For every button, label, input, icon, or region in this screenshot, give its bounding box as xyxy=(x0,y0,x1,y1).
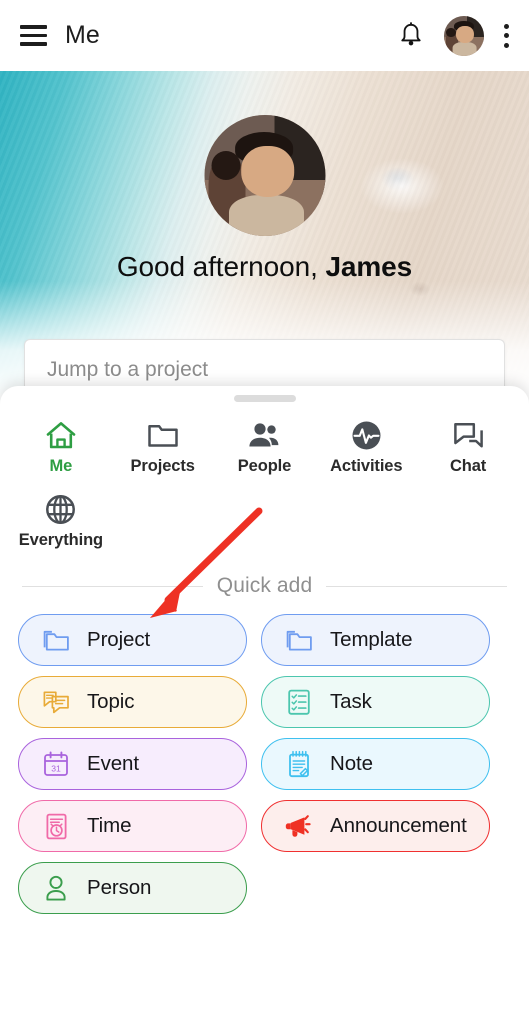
hamburger-menu-icon[interactable] xyxy=(20,25,47,46)
quick-add-grid: Project Template Topic Task 31 Event Not… xyxy=(0,598,529,914)
quick-add-divider: Quick add xyxy=(22,574,508,598)
pill-label: Person xyxy=(87,876,152,899)
folder-icon xyxy=(147,418,179,452)
navigation-grid: Me Projects People Activities Chat Every… xyxy=(0,402,529,560)
activity-icon xyxy=(351,418,382,452)
megaphone-icon xyxy=(284,811,314,841)
app-bar-left-group: Me xyxy=(20,21,100,50)
nav-label: Me xyxy=(49,457,73,475)
nav-item-chat[interactable]: Chat xyxy=(417,412,519,486)
nav-item-people[interactable]: People xyxy=(214,412,316,486)
top-app-bar: Me xyxy=(0,0,529,71)
person-icon xyxy=(41,873,71,903)
quick-add-person-button[interactable]: Person xyxy=(18,862,247,914)
nav-item-activities[interactable]: Activities xyxy=(315,412,417,486)
page-title: Me xyxy=(65,21,100,49)
bottom-sheet: Me Projects People Activities Chat Every… xyxy=(0,386,529,1024)
pill-label: Note xyxy=(330,752,373,775)
avatar[interactable] xyxy=(444,15,484,56)
notification-bell-icon[interactable] xyxy=(398,21,424,50)
pill-label: Task xyxy=(330,690,372,713)
quick-add-note-button[interactable]: Note xyxy=(261,738,490,790)
calendar-icon: 31 xyxy=(41,749,71,779)
kebab-menu-icon[interactable] xyxy=(504,23,509,48)
pill-label: Project xyxy=(87,628,151,651)
quick-add-announcement-button[interactable]: Announcement xyxy=(261,800,490,852)
notepad-icon xyxy=(284,749,314,779)
quick-add-project-button[interactable]: Project xyxy=(18,614,247,666)
app-screen: Me Good afternoon, James Jump to a proje… xyxy=(0,0,529,1024)
quick-add-label: Quick add xyxy=(216,574,313,597)
checklist-icon xyxy=(284,687,314,717)
nav-item-everything[interactable]: Everything xyxy=(10,486,112,560)
profile-photo xyxy=(204,115,325,236)
nav-label: People xyxy=(237,457,292,475)
svg-text:31: 31 xyxy=(51,763,61,773)
profile-avatar-large[interactable] xyxy=(204,115,325,236)
globe-icon xyxy=(45,492,76,526)
app-bar-right-group xyxy=(398,15,511,56)
divider-line-left xyxy=(22,585,203,587)
greeting-name: James xyxy=(325,251,413,282)
avatar-photo xyxy=(444,15,484,56)
people-icon xyxy=(247,418,281,452)
pill-label: Event xyxy=(87,752,139,775)
greeting-text: Good afternoon, James xyxy=(0,251,529,283)
nav-label: Activities xyxy=(330,457,403,475)
pill-label: Announcement xyxy=(330,814,467,837)
pill-label: Time xyxy=(87,814,132,837)
pill-label: Topic xyxy=(87,690,135,713)
quick-add-time-button[interactable]: Time xyxy=(18,800,247,852)
chat-icon xyxy=(453,418,484,452)
nav-item-projects[interactable]: Projects xyxy=(112,412,214,486)
folder-icon xyxy=(41,625,71,655)
nav-label: Chat xyxy=(449,457,487,475)
greeting-prefix: Good afternoon, xyxy=(116,251,326,282)
quick-add-topic-button[interactable]: Topic xyxy=(18,676,247,728)
nav-label: Projects xyxy=(130,457,195,475)
nav-label: Everything xyxy=(18,531,104,549)
quick-add-event-button[interactable]: 31 Event xyxy=(18,738,247,790)
jump-to-project-placeholder: Jump to a project xyxy=(47,358,209,381)
quick-add-task-button[interactable]: Task xyxy=(261,676,490,728)
pill-label: Template xyxy=(330,628,413,651)
nav-item-me[interactable]: Me xyxy=(10,412,112,486)
home-icon xyxy=(45,418,77,452)
quick-add-template-button[interactable]: Template xyxy=(261,614,490,666)
sheet-drag-handle[interactable] xyxy=(233,395,296,402)
divider-line-right xyxy=(326,585,508,587)
folder-icon xyxy=(284,625,314,655)
hero-header: Good afternoon, James Jump to a project xyxy=(0,71,529,401)
speech-bubbles-icon xyxy=(41,687,71,717)
time-sheet-icon xyxy=(41,811,71,841)
